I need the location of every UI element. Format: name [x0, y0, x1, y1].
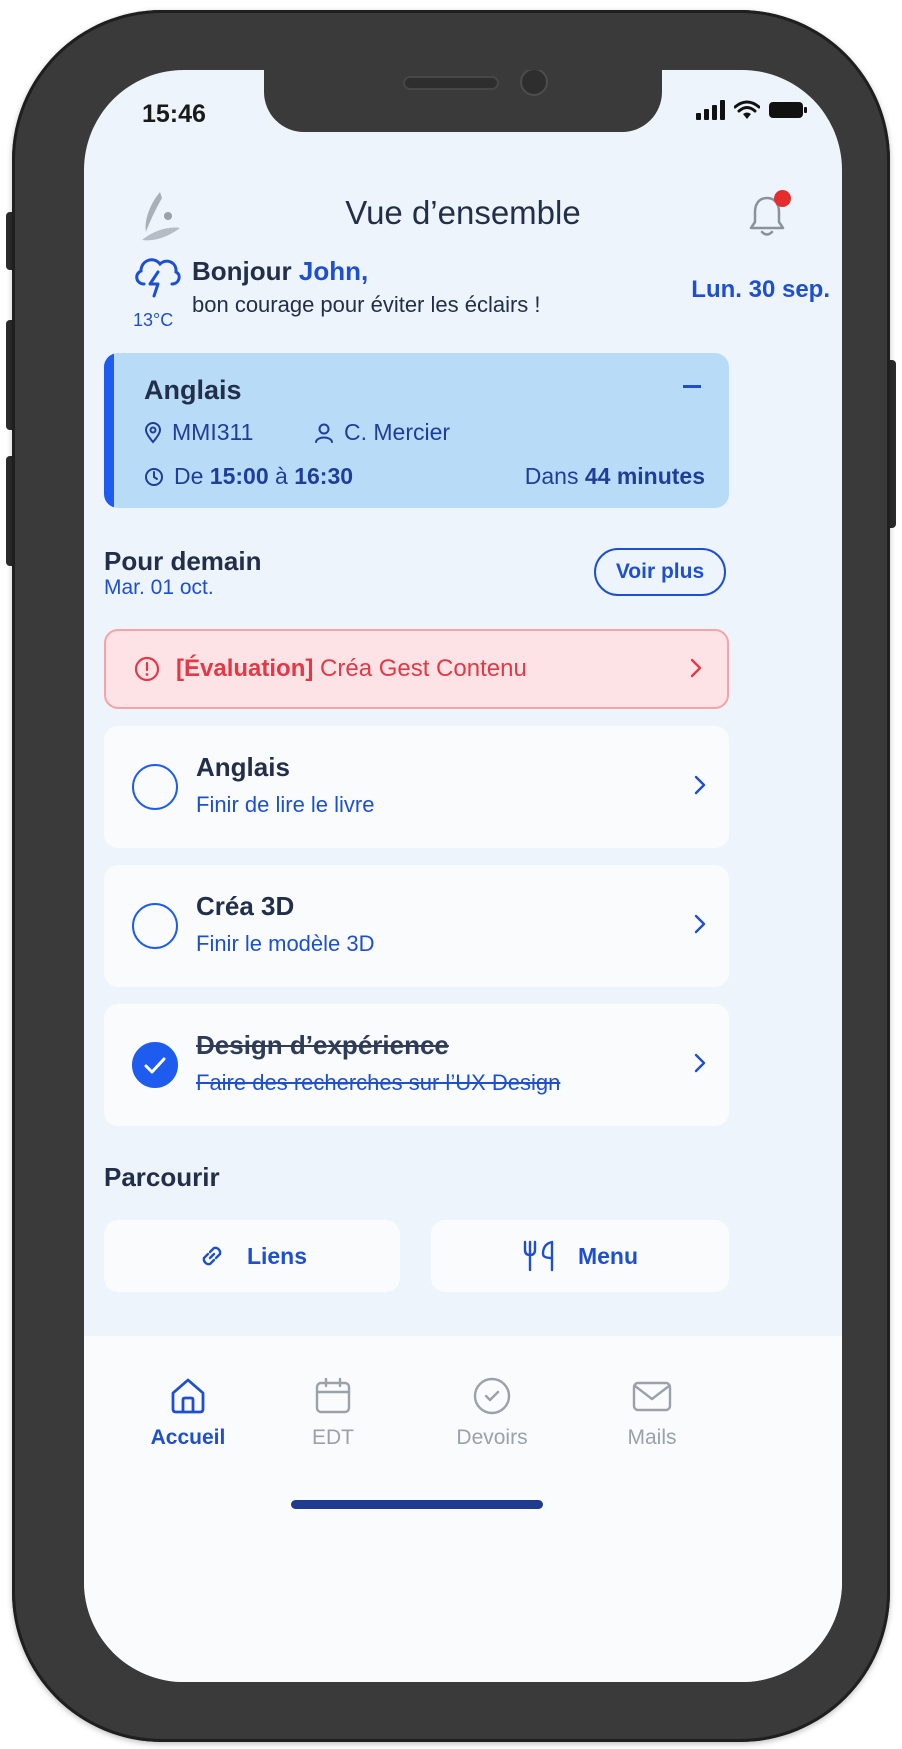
- greeting-message: bon courage pour éviter les éclairs !: [192, 292, 541, 317]
- time-end: 16:30: [294, 463, 354, 489]
- status-icons: [696, 100, 808, 120]
- task-subject: Anglais: [196, 752, 290, 782]
- link-icon: [202, 1246, 222, 1266]
- page-title: Vue d’ensemble: [345, 194, 581, 231]
- task-checkbox[interactable]: [132, 903, 178, 949]
- greeting-hello: Bonjour John,: [192, 256, 368, 287]
- alert-circle-icon: [134, 656, 160, 682]
- user-name: John,: [298, 256, 369, 286]
- course-room: MMI311: [172, 419, 254, 445]
- phone-frame: 15:46 Vue d’ensemble 13°C Bonjour John, …: [12, 10, 890, 1742]
- location-pin-icon: [144, 421, 162, 444]
- countdown-value: 44 minutes: [584, 463, 705, 489]
- time-start: 15:00: [209, 463, 269, 489]
- signal-icon: [696, 100, 725, 120]
- time-sep: à: [275, 463, 288, 489]
- thunderstorm-icon: [135, 258, 181, 298]
- collapse-button[interactable]: [683, 385, 701, 388]
- menu-button[interactable]: Menu: [431, 1220, 729, 1292]
- calendar-icon: [315, 1377, 351, 1414]
- current-course-card[interactable]: Anglais MMI311 C. Mercier De 15:00 à 16:…: [104, 353, 729, 508]
- status-time: 15:46: [142, 100, 206, 128]
- chevron-right-icon: [690, 658, 702, 678]
- course-time-row: De 15:00 à 16:30: [144, 463, 353, 490]
- notch: [264, 70, 662, 132]
- chevron-right-icon: [694, 1053, 706, 1073]
- nav-item-home[interactable]: Accueil: [128, 1376, 248, 1450]
- tomorrow-section-title: Pour demain: [104, 546, 262, 576]
- temperature: 13°C: [133, 310, 174, 330]
- greeting-word: Bonjour: [192, 256, 292, 286]
- evaluation-alert-card[interactable]: [Évaluation] Créa Gest Contenu: [104, 629, 729, 709]
- nav-label: EDT: [312, 1426, 354, 1449]
- clock-icon: [145, 467, 163, 486]
- current-date: Lun. 30 sep.: [691, 276, 830, 303]
- see-more-button[interactable]: Voir plus: [594, 548, 726, 596]
- nav-label: Mails: [627, 1426, 677, 1449]
- alert-text: [Évaluation] Créa Gest Contenu: [176, 655, 527, 683]
- home-indicator: [291, 1500, 543, 1509]
- front-camera: [520, 70, 548, 96]
- chevron-right-icon: [694, 914, 706, 934]
- task-card[interactable]: Anglais Finir de lire le livre: [104, 726, 729, 848]
- menu-label: Menu: [577, 1242, 639, 1269]
- task-description: Finir le modèle 3D: [196, 931, 375, 956]
- cutlery-icon: [523, 1240, 554, 1272]
- course-teacher: C. Mercier: [344, 419, 451, 445]
- notification-dot: [774, 190, 791, 207]
- task-subject: Créa 3D: [196, 891, 295, 921]
- time-prefix: De: [174, 463, 204, 489]
- alert-tag: [Évaluation]: [176, 655, 314, 682]
- tomorrow-date: Mar. 01 oct.: [104, 576, 214, 599]
- task-checkbox[interactable]: [132, 764, 178, 810]
- course-teacher-row: C. Mercier: [314, 419, 450, 446]
- bottom-nav: Accueil EDT Devoirs Mails: [84, 1336, 842, 1682]
- course-countdown: Dans 44 minutes: [525, 463, 705, 490]
- nav-label: Devoirs: [456, 1426, 528, 1449]
- app-screen: 15:46 Vue d’ensemble 13°C Bonjour John, …: [84, 70, 842, 1682]
- checkmark-icon: [144, 1057, 166, 1074]
- links-label: Liens: [246, 1242, 308, 1269]
- task-card[interactable]: Créa 3D Finir le modèle 3D: [104, 865, 729, 987]
- nav-label: Accueil: [150, 1426, 226, 1449]
- task-checkbox-checked[interactable]: [132, 1042, 178, 1088]
- mail-icon: [632, 1381, 672, 1412]
- browse-section-title: Parcourir: [104, 1162, 220, 1192]
- speaker: [403, 76, 499, 90]
- course-time: De 15:00 à 16:30: [174, 463, 353, 490]
- battery-icon: [769, 102, 807, 118]
- home-icon: [171, 1378, 205, 1414]
- check-circle-icon: [473, 1377, 511, 1415]
- task-subject: Design d’expérience: [196, 1030, 449, 1060]
- nav-item-homework[interactable]: Devoirs: [432, 1376, 552, 1450]
- alert-label: Créa Gest Contenu: [320, 655, 527, 682]
- course-subject: Anglais: [144, 375, 242, 405]
- wifi-icon: [734, 100, 760, 119]
- task-description: Faire des recherches sur l’UX Design: [196, 1070, 561, 1095]
- countdown-prefix: Dans: [524, 463, 579, 489]
- course-room-row: MMI311: [144, 419, 253, 446]
- nav-item-mails[interactable]: Mails: [592, 1376, 712, 1450]
- nav-item-edt[interactable]: EDT: [273, 1376, 393, 1450]
- links-button[interactable]: Liens: [104, 1220, 400, 1292]
- person-icon: [315, 423, 333, 443]
- course-accent-bar: [104, 353, 114, 508]
- task-description: Finir de lire le livre: [196, 792, 375, 817]
- chevron-right-icon: [694, 775, 706, 795]
- task-card-completed[interactable]: Design d’expérience Faire des recherches…: [104, 1004, 729, 1126]
